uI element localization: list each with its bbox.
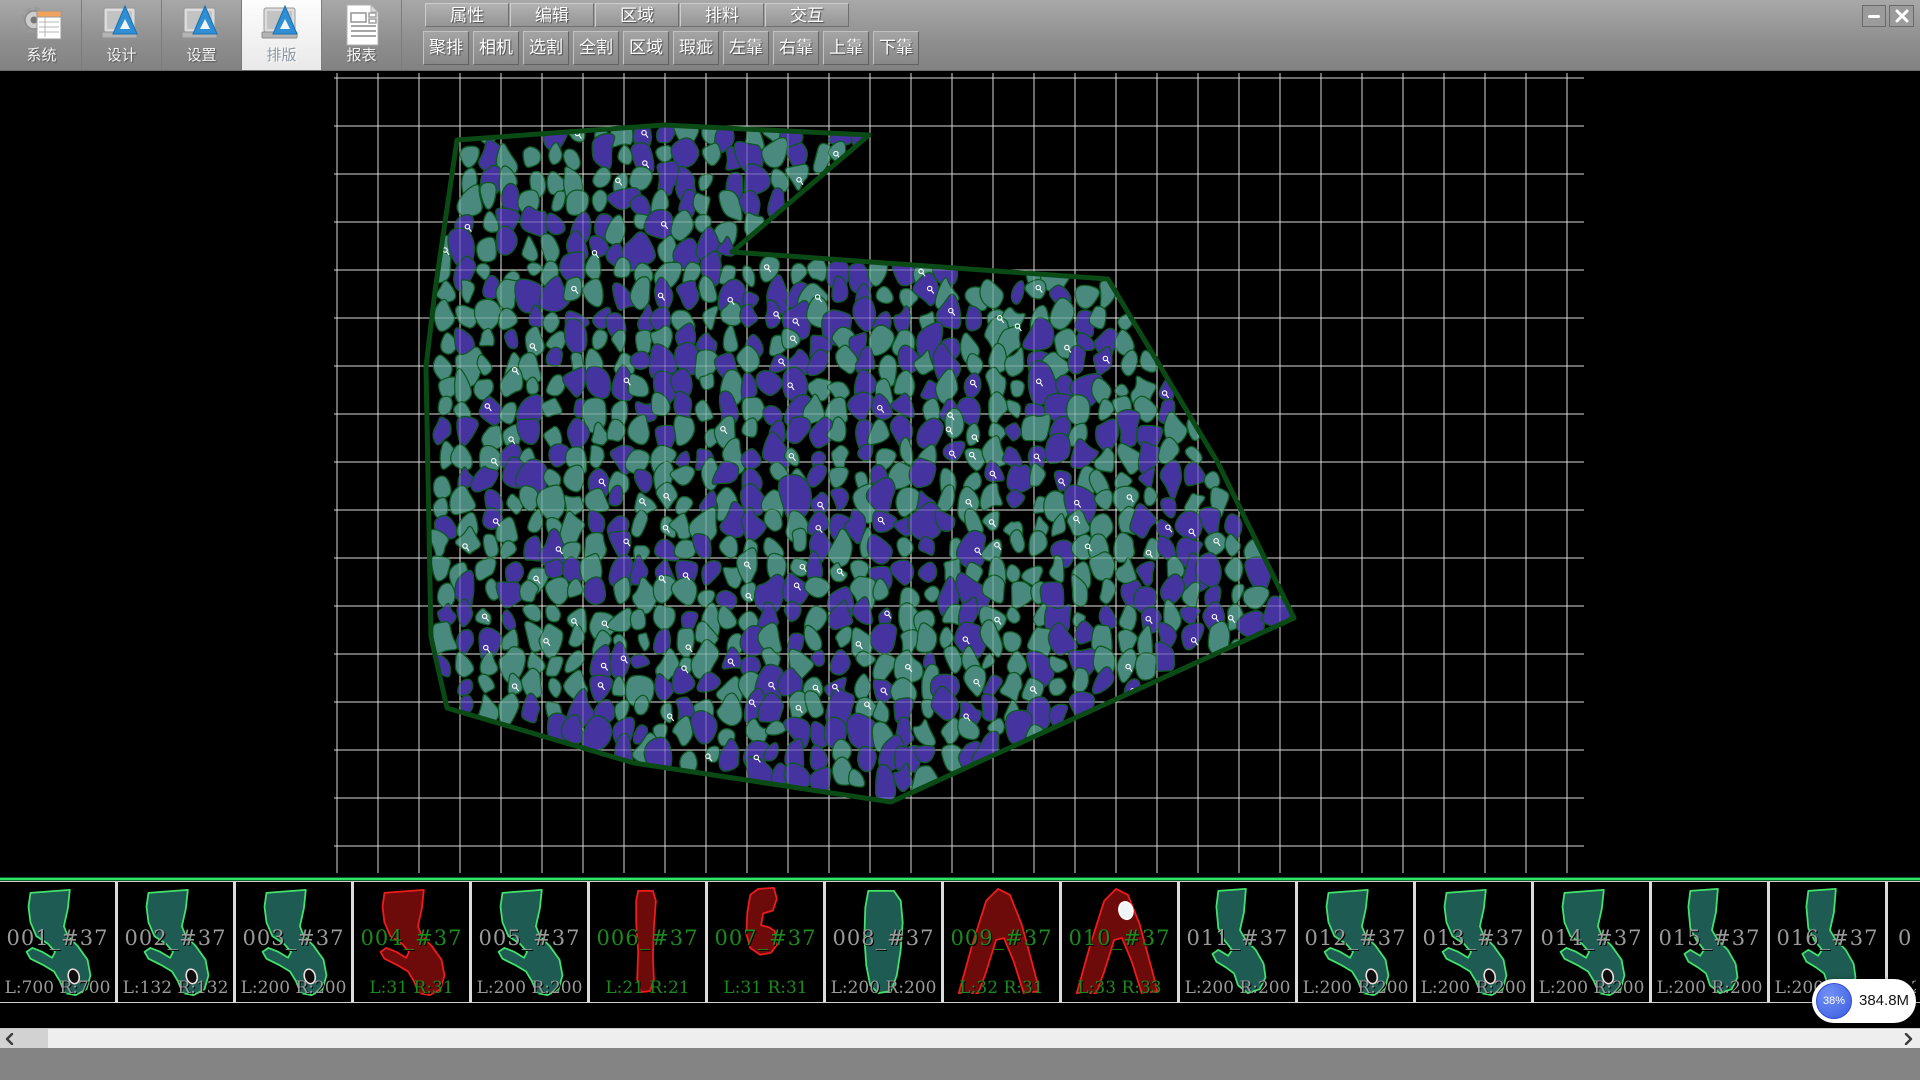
tool-button-9[interactable]: 上靠 <box>823 31 869 65</box>
progress-circle: 38% <box>1816 983 1852 1019</box>
main-button-2[interactable]: 设计 <box>82 0 162 70</box>
piece-lr-count: L:200 R:200 <box>1416 978 1531 998</box>
piece-id: 003_#37 <box>236 926 351 950</box>
main-button-4[interactable]: 排版 <box>242 0 322 70</box>
piece-id: 008_#37 <box>826 926 941 950</box>
piece-lr-count: L:200 R:200 <box>1652 978 1767 998</box>
piece-id: 001_#37 <box>0 926 115 950</box>
piece-lr-count: L:21 R:21 <box>590 978 705 998</box>
piece-id: 013_#37 <box>1416 926 1531 950</box>
nesting-ruler-icon <box>259 3 305 47</box>
piece-lr-count: L:200 R:200 <box>1180 978 1295 998</box>
piece-id: 014_#37 <box>1534 926 1649 950</box>
main-button-3[interactable]: 设置 <box>162 0 242 70</box>
piece-id: 016_#37 <box>1770 926 1885 950</box>
piece-thumbnail-3[interactable]: 003_#37 L:200 R:200 <box>236 882 354 1002</box>
strip-divider <box>0 877 1920 881</box>
piece-thumbnail-12[interactable]: 012_#37 L:200 R:200 <box>1298 882 1416 1002</box>
menu-item-2[interactable]: 编辑 <box>510 3 594 27</box>
main-button-label: 报表 <box>346 47 376 65</box>
piece-lr-count: L:700 R:700 <box>0 978 115 998</box>
minimize-icon <box>1867 9 1881 23</box>
main-toolbar: 系统 设计 设置 排版 报表 属性编辑区域排料交互 聚排相机选割全割区域瑕疵左靠… <box>0 0 1920 71</box>
tool-button-5[interactable]: 区域 <box>623 31 669 65</box>
menu-item-3[interactable]: 区域 <box>595 3 679 27</box>
piece-lr-count: L:200 R:200 <box>826 978 941 998</box>
piece-id: 002_#37 <box>118 926 233 950</box>
main-button-label: 排版 <box>266 47 296 65</box>
piece-thumbnail-15[interactable]: 015_#37 L:200 R:200 <box>1652 882 1770 1002</box>
main-button-label: 设置 <box>186 47 216 65</box>
horizontal-scrollbar[interactable] <box>0 1028 1920 1048</box>
piece-lr-count: L:33 R:33 <box>1062 978 1177 998</box>
main-button-label: 设计 <box>106 47 136 65</box>
piece-thumbnail-2[interactable]: 002_#37 L:132 R:132 <box>118 882 236 1002</box>
gear-icon <box>19 3 65 47</box>
piece-thumbnail-4[interactable]: 004_#37 L:31 R:31 <box>354 882 472 1002</box>
tool-button-8[interactable]: 右靠 <box>773 31 819 65</box>
main-button-1[interactable]: 系统 <box>2 0 82 70</box>
piece-id: 006_#37 <box>590 926 705 950</box>
piece-lr-count: L:31 R:31 <box>708 978 823 998</box>
menu-item-4[interactable]: 排料 <box>680 3 764 27</box>
piece-id: 004_#37 <box>354 926 469 950</box>
piece-thumbnail-1[interactable]: 001_#37 L:700 R:700 <box>0 882 118 1002</box>
window-bottom-strip <box>0 1048 1920 1080</box>
piece-id: 011_#37 <box>1180 926 1295 950</box>
piece-thumbnail-14[interactable]: 014_#37 L:200 R:200 <box>1534 882 1652 1002</box>
piece-thumbnail-6[interactable]: 006_#37 L:21 R:21 <box>590 882 708 1002</box>
piece-id: 009_#37 <box>944 926 1059 950</box>
piece-id: 007_#37 <box>708 926 823 950</box>
piece-lr-count: L:200 R:200 <box>472 978 587 998</box>
piece-id: 005_#37 <box>472 926 587 950</box>
main-button-label: 系统 <box>26 47 56 65</box>
nesting-canvas-svg <box>334 73 1584 873</box>
tool-button-6[interactable]: 瑕疵 <box>673 31 719 65</box>
piece-thumbnail-5[interactable]: 005_#37 L:200 R:200 <box>472 882 590 1002</box>
minimize-button[interactable] <box>1862 5 1886 27</box>
piece-id: 0 <box>1888 926 1916 950</box>
piece-id: 015_#37 <box>1652 926 1767 950</box>
piece-thumbnail-strip: 001_#37 L:700 R:700 002_#37 L:132 R:132 … <box>0 881 1920 1003</box>
menu-item-1[interactable]: 属性 <box>425 3 509 27</box>
tool-button-3[interactable]: 选割 <box>523 31 569 65</box>
piece-thumbnail-13[interactable]: 013_#37 L:200 R:200 <box>1416 882 1534 1002</box>
piece-lr-count: L:31 R:31 <box>354 978 469 998</box>
piece-lr-count: L:200 R:200 <box>236 978 351 998</box>
piece-thumbnail-9[interactable]: 009_#37 L:32 R:31 <box>944 882 1062 1002</box>
piece-lr-count: L:32 R:31 <box>944 978 1059 998</box>
design-ruler-icon <box>99 3 145 47</box>
app-window: 系统 设计 设置 排版 报表 属性编辑区域排料交互 聚排相机选割全割区域瑕疵左靠… <box>0 0 1920 1080</box>
nested-pieces <box>425 112 1292 803</box>
report-icon <box>339 3 385 47</box>
piece-lr-count: L:200 R:200 <box>1298 978 1413 998</box>
tool-button-2[interactable]: 相机 <box>473 31 519 65</box>
scroll-right-button[interactable] <box>1886 1029 1920 1048</box>
memory-status-pill[interactable]: 38% 384.8M <box>1812 979 1916 1023</box>
close-button[interactable] <box>1889 5 1914 27</box>
chevron-left-icon <box>4 1033 16 1045</box>
piece-id: 010_#37 <box>1062 926 1177 950</box>
settings-ruler-icon <box>179 3 225 47</box>
chevron-right-icon <box>1902 1033 1914 1045</box>
piece-thumbnail-7[interactable]: 007_#37 L:31 R:31 <box>708 882 826 1002</box>
piece-id: 012_#37 <box>1298 926 1413 950</box>
memory-value: 384.8M <box>1859 979 1909 1023</box>
tool-button-1[interactable]: 聚排 <box>423 31 469 65</box>
close-icon <box>1895 9 1909 23</box>
main-button-5[interactable]: 报表 <box>322 0 402 70</box>
piece-lr-count: L:132 R:132 <box>118 978 233 998</box>
nesting-canvas[interactable] <box>334 73 1584 873</box>
piece-thumbnail-11[interactable]: 011_#37 L:200 R:200 <box>1180 882 1298 1002</box>
progress-percent: 38% <box>1823 995 1845 1007</box>
piece-thumbnail-10[interactable]: 010_#37 L:33 R:33 <box>1062 882 1180 1002</box>
piece-thumbnail-8[interactable]: 008_#37 L:200 R:200 <box>826 882 944 1002</box>
scroll-left-button[interactable] <box>0 1029 48 1048</box>
tool-button-10[interactable]: 下靠 <box>873 31 919 65</box>
menu-item-5[interactable]: 交互 <box>765 3 849 27</box>
tool-button-7[interactable]: 左靠 <box>723 31 769 65</box>
piece-lr-count: L:200 R:200 <box>1534 978 1649 998</box>
tool-button-4[interactable]: 全割 <box>573 31 619 65</box>
